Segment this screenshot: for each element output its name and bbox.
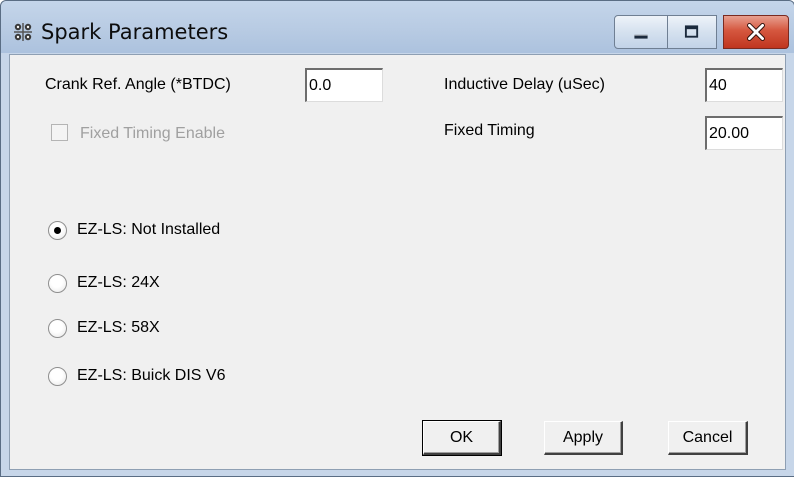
minimize-icon [634, 34, 648, 39]
inductive-delay-label: Inductive Delay (uSec) [444, 76, 605, 93]
inductive-delay-field[interactable] [705, 68, 783, 102]
crank-ref-angle-field[interactable] [305, 68, 383, 102]
radio-ez-ls-buick-dis-v6[interactable] [48, 367, 67, 386]
radio-label-ez-ls-24x: EZ-LS: 24X [77, 274, 160, 291]
radio-ez-ls-not-installed[interactable] [48, 221, 67, 240]
cancel-button[interactable]: Cancel [668, 421, 748, 455]
minimize-button[interactable] [614, 15, 668, 49]
title-bar[interactable]: Spark Parameters [1, 1, 794, 53]
ok-button[interactable]: OK [422, 420, 502, 456]
dialog-client-area: Crank Ref. Angle (*BTDC) Inductive Delay… [9, 54, 786, 470]
fixed-timing-enable-checkbox[interactable] [51, 124, 68, 141]
spark-parameters-window: Spark Parameters Crank Ref. Angle (*BTDC… [0, 0, 794, 477]
radio-ez-ls-58x[interactable] [48, 319, 67, 338]
radio-label-ez-ls-58x: EZ-LS: 58X [77, 319, 160, 336]
close-button[interactable] [723, 15, 789, 49]
radio-ez-ls-24x[interactable] [48, 274, 67, 293]
maximize-icon [684, 25, 699, 38]
radio-label-ez-ls-not-installed: EZ-LS: Not Installed [77, 221, 221, 238]
maximize-button[interactable] [668, 15, 717, 49]
crank-ref-angle-label: Crank Ref. Angle (*BTDC) [45, 76, 231, 93]
fixed-timing-label: Fixed Timing [444, 122, 535, 139]
radio-label-ez-ls-buick-dis-v6: EZ-LS: Buick DIS V6 [77, 367, 226, 384]
app-icon [14, 23, 32, 41]
close-icon [747, 23, 765, 41]
apply-button[interactable]: Apply [544, 421, 623, 455]
window-title: Spark Parameters [41, 20, 229, 44]
fixed-timing-field[interactable] [705, 116, 783, 150]
fixed-timing-enable-label: Fixed Timing Enable [80, 125, 225, 142]
